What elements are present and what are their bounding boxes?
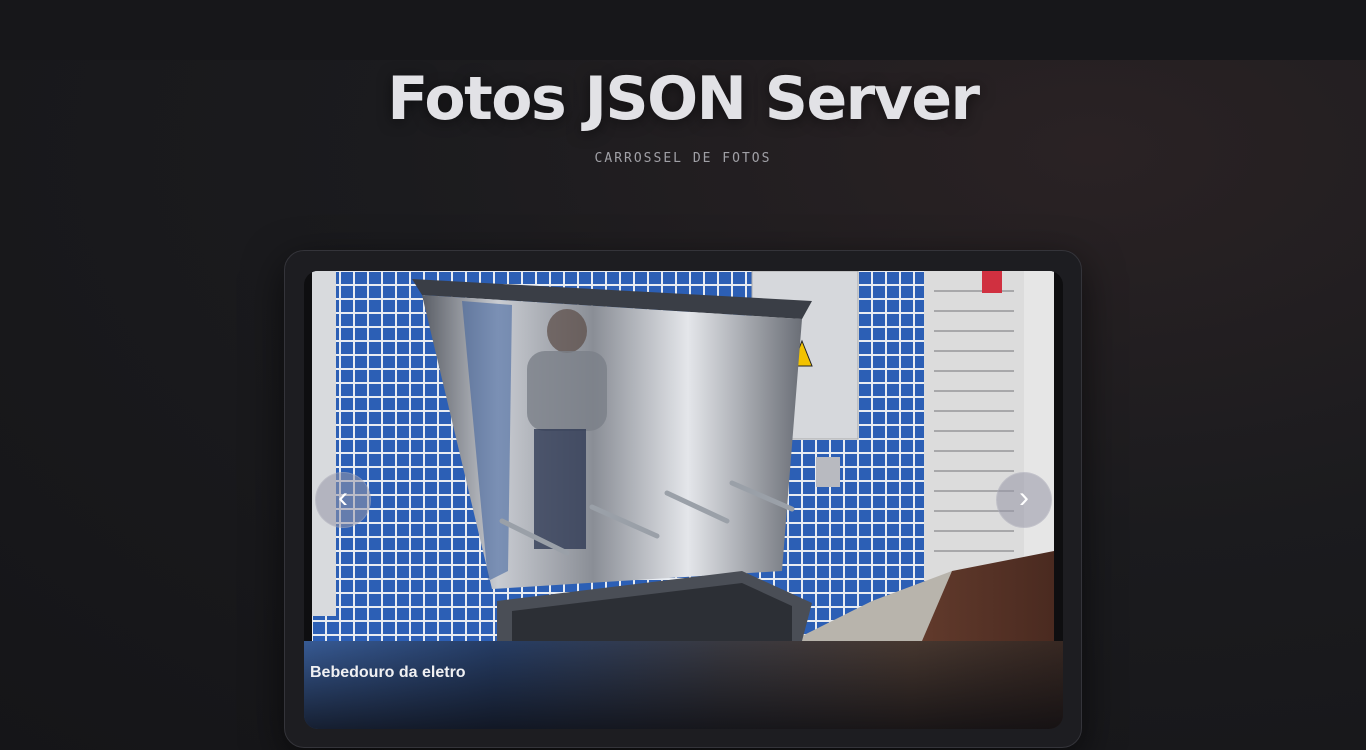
chevron-right-icon: › xyxy=(1019,481,1029,514)
slide-caption: Bebedouro da eletro xyxy=(310,664,466,681)
chevron-left-icon: ‹ xyxy=(338,481,348,514)
caption-background xyxy=(304,641,1063,729)
carousel-next-button[interactable]: › xyxy=(996,472,1052,528)
slide-photo xyxy=(312,271,1054,641)
page-subtitle: CARROSSEL DE FOTOS xyxy=(594,151,772,166)
carousel-prev-button[interactable]: ‹ xyxy=(315,472,371,528)
carousel: Bebedouro da eletro xyxy=(284,250,1082,748)
page-title: Fotos JSON Server xyxy=(387,64,980,134)
top-bar xyxy=(0,0,1366,60)
carousel-slide xyxy=(304,271,1063,729)
